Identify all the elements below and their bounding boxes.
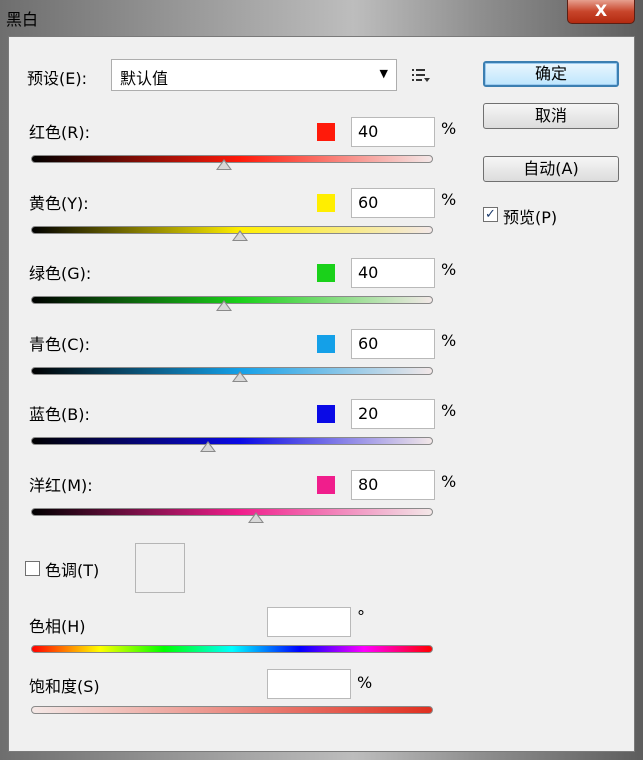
channel-slider-thumb[interactable] xyxy=(232,370,249,382)
channel-value-input[interactable]: 20 xyxy=(351,399,435,429)
hue-label: 色相(H) xyxy=(29,617,86,636)
hue-input[interactable] xyxy=(267,607,351,637)
channel-color-swatch xyxy=(317,334,335,353)
close-button[interactable]: X xyxy=(567,0,635,24)
tint-color-swatch[interactable] xyxy=(135,543,185,593)
channel-color-swatch xyxy=(317,123,335,141)
channel-value-input[interactable]: 40 xyxy=(351,117,435,147)
preset-label: 预设(E): xyxy=(27,69,87,88)
channel-label: 黄色(Y): xyxy=(29,193,89,213)
channel-slider-thumb[interactable] xyxy=(199,441,216,452)
channel-slider-track[interactable] xyxy=(31,155,433,163)
preview-checkbox[interactable]: ✓ xyxy=(483,207,498,222)
channel-slider-thumb[interactable] xyxy=(232,229,249,241)
channel-slider-track[interactable] xyxy=(31,507,433,516)
channel-color-swatch xyxy=(317,405,335,423)
cancel-button[interactable]: 取消 xyxy=(483,103,619,129)
saturation-unit: % xyxy=(357,673,373,692)
channel-value-input[interactable]: 60 xyxy=(351,328,435,359)
channel-value-input[interactable]: 40 xyxy=(351,258,435,288)
channel-slider-track[interactable] xyxy=(31,437,433,445)
list-menu-icon[interactable] xyxy=(411,65,431,85)
channel-color-swatch xyxy=(317,264,335,282)
percent-unit: % xyxy=(441,471,457,491)
auto-button[interactable]: 自动(A) xyxy=(483,156,619,182)
channel-color-swatch xyxy=(317,193,335,212)
channel-slider-thumb[interactable] xyxy=(248,511,265,523)
tint-checkbox[interactable] xyxy=(25,561,40,576)
channel-slider-thumb[interactable] xyxy=(215,159,232,170)
preset-select[interactable]: 默认值 ▼ xyxy=(111,59,397,91)
channel-label: 洋红(M): xyxy=(29,475,93,495)
preset-value: 默认值 xyxy=(120,69,169,88)
percent-unit: % xyxy=(441,330,457,350)
saturation-slider-track[interactable] xyxy=(31,706,433,714)
hue-slider-track[interactable] xyxy=(31,645,433,653)
channel-slider-thumb[interactable] xyxy=(215,300,232,311)
channel-label: 蓝色(B): xyxy=(29,405,90,424)
channel-label: 青色(C): xyxy=(29,334,91,354)
channel-label: 红色(R): xyxy=(29,123,90,142)
channel-color-swatch xyxy=(317,475,335,494)
percent-unit: % xyxy=(441,260,457,279)
chevron-down-icon: ▼ xyxy=(379,67,388,80)
tint-label: 色调(T) xyxy=(45,561,100,580)
title-bar: 黑白 X xyxy=(0,0,643,36)
saturation-label: 饱和度(S) xyxy=(29,677,100,696)
channel-label: 绿色(G): xyxy=(29,264,92,283)
saturation-input[interactable] xyxy=(267,669,351,699)
preview-label: 预览(P) xyxy=(503,208,558,227)
channel-slider-track[interactable] xyxy=(31,296,433,304)
window-title: 黑白 xyxy=(6,10,39,29)
ok-button[interactable]: 确定 xyxy=(483,61,619,87)
percent-unit: % xyxy=(441,119,457,138)
percent-unit: % xyxy=(441,189,457,209)
channel-value-input[interactable]: 80 xyxy=(351,469,435,500)
percent-unit: % xyxy=(441,401,457,420)
channel-value-input[interactable]: 60 xyxy=(351,187,435,218)
hue-unit: ° xyxy=(357,607,365,626)
black-white-dialog: 预设(E): 默认值 ▼ 确定 取消 自动(A) ✓ 预览(P) 红色(R): 4… xyxy=(8,36,635,752)
